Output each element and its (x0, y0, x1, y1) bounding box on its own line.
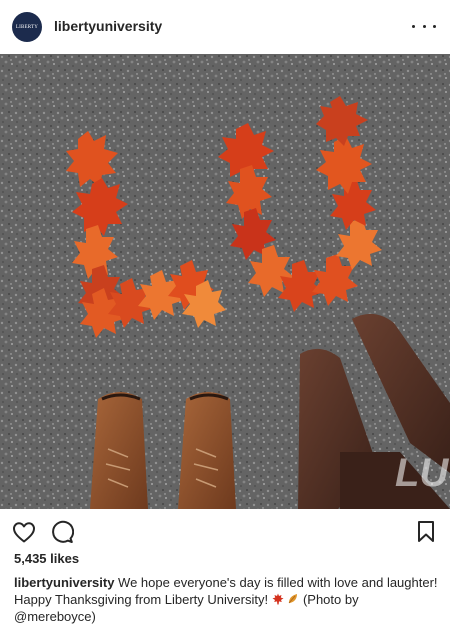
post-username[interactable]: libertyuniversity (54, 18, 162, 34)
more-options-icon[interactable] (412, 16, 436, 36)
caption-photo-credit: (Photo by (299, 592, 359, 607)
heart-icon[interactable] (11, 519, 37, 545)
fallen-leaf-icon (289, 594, 298, 604)
post-header: LIBERTY libertyuniversity (0, 0, 450, 54)
bookmark-icon[interactable] (413, 519, 439, 545)
post-photo[interactable]: LU (0, 54, 450, 509)
caption-close-paren: ) (91, 609, 96, 624)
post-caption: libertyuniversity We hope everyone's day… (14, 574, 439, 625)
avatar[interactable]: LIBERTY (12, 12, 42, 42)
caption-mention[interactable]: @mereboyce (14, 609, 92, 624)
like-count[interactable]: 5,435 likes (14, 551, 79, 566)
action-bar (0, 509, 450, 551)
maple-leaf-icon (272, 593, 284, 605)
caption-username[interactable]: libertyuniversity (14, 575, 114, 590)
photo-watermark: LU (395, 451, 449, 495)
comment-icon[interactable] (49, 519, 75, 545)
avatar-logo-text: LIBERTY (15, 24, 39, 30)
